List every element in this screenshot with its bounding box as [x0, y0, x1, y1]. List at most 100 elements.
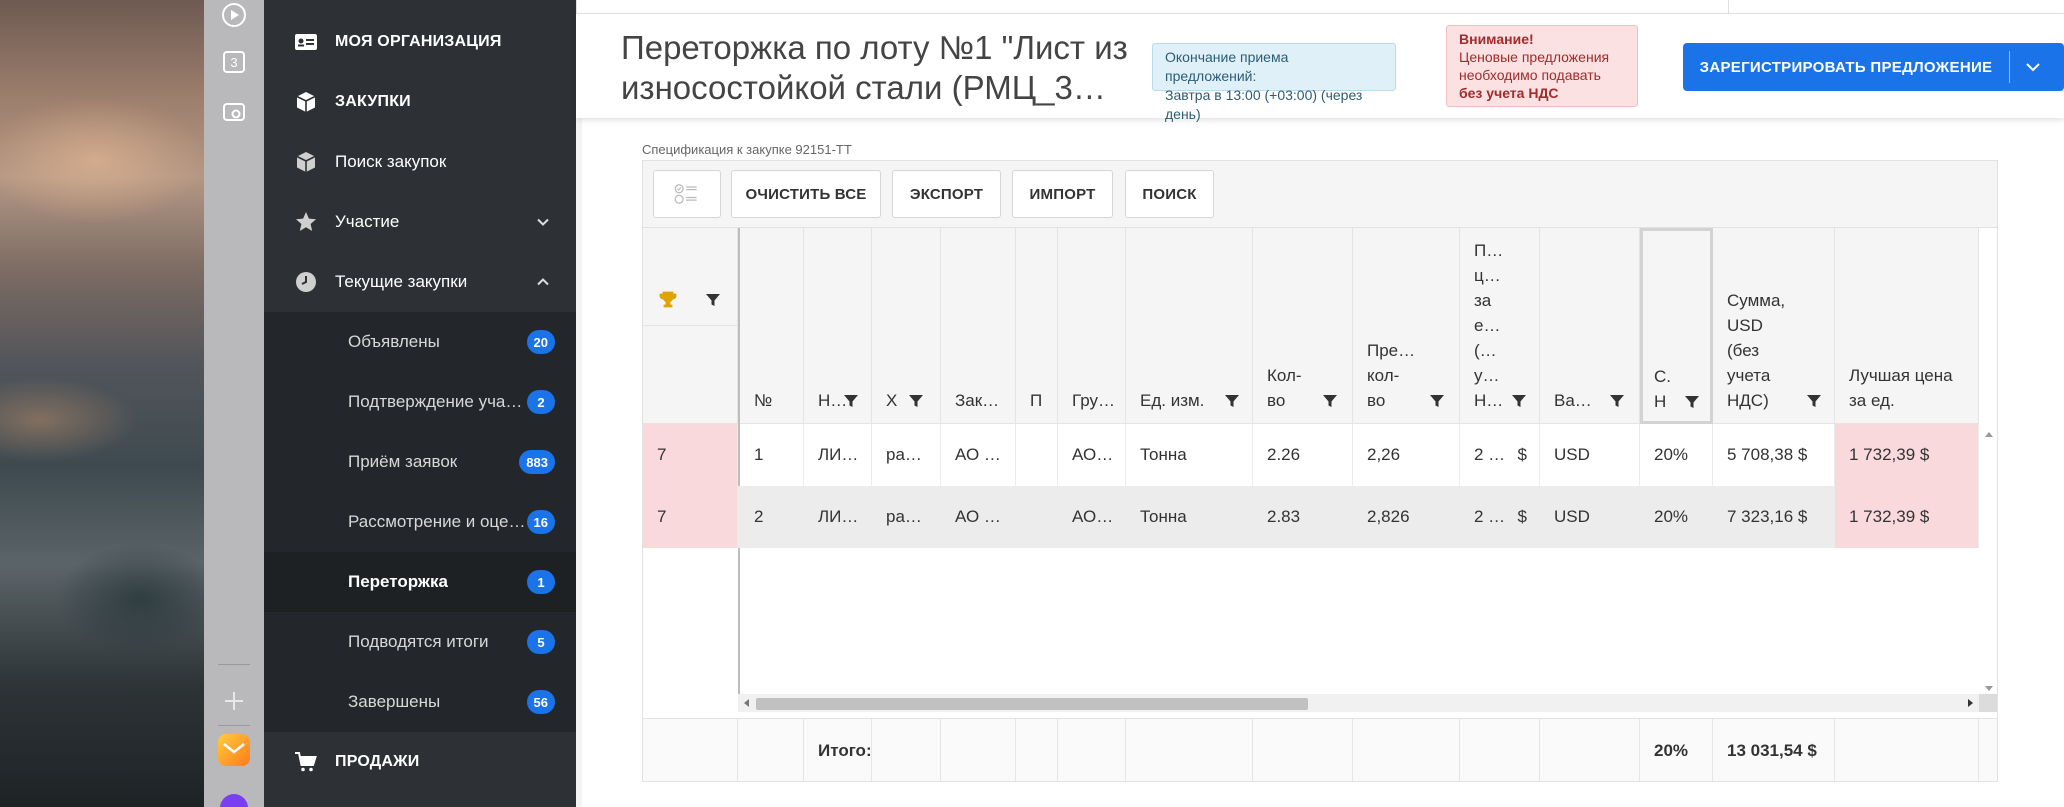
submenu-label: Подтверждение участия — [348, 392, 528, 411]
scroll-down-arrow-icon[interactable] — [1985, 686, 1993, 691]
filter-icon[interactable] — [843, 393, 859, 409]
chevron-down-icon[interactable] — [2023, 57, 2043, 77]
submenu-item-evaluation[interactable]: Рассмотрение и оценка 16 — [264, 492, 576, 552]
col-header-customer[interactable]: Зак… — [941, 228, 1016, 424]
filter-icon[interactable] — [908, 393, 924, 409]
nav-purchases[interactable]: ЗАКУПКИ — [264, 72, 576, 132]
col-header-name[interactable]: Н… — [804, 228, 872, 424]
submenu-label: Объявлены — [348, 332, 440, 351]
header-label: П… ц… за е… (… у… Н… — [1474, 241, 1504, 410]
totals-row: Итого: 20% 13 031,54 $ — [643, 718, 1997, 781]
select-columns-button[interactable] — [653, 170, 721, 218]
table-row[interactable]: 7 2 ЛИ… ра… АО … АО… Тонна 2.83 2,826 2 … — [643, 486, 1979, 548]
name-cell: ЛИ… — [804, 424, 872, 486]
workspace-number-icon[interactable]: 3 — [219, 47, 249, 77]
grid-toolbar: ОЧИСТИТЬ ВСЕ ЭКСПОРТ ИМПОРТ ПОИСК — [642, 160, 1998, 228]
mail-app-icon[interactable] — [218, 734, 250, 766]
price-value: 2 … — [1474, 445, 1506, 464]
header-label: Сумма, USD (без учета НДС) — [1727, 291, 1786, 410]
clear-all-button[interactable]: ОЧИСТИТЬ ВСЕ — [731, 170, 881, 218]
filter-icon[interactable] — [1684, 394, 1700, 410]
messenger-app-icon[interactable] — [220, 794, 248, 807]
filter-icon[interactable] — [705, 292, 721, 308]
header-label: Ед. изм. — [1140, 391, 1205, 410]
col-header-price[interactable]: П… ц… за е… (… у… Н… — [1460, 228, 1540, 424]
register-offer-button[interactable]: ЗАРЕГИСТРИРОВАТЬ ПРЕДЛОЖЕНИЕ — [1683, 43, 2064, 91]
filter-icon[interactable] — [1511, 393, 1527, 409]
count-badge: 5 — [527, 630, 555, 654]
col-header-sum[interactable]: Сумма, USD (без учета НДС) — [1713, 228, 1835, 424]
col-header-best-price[interactable]: Лучшая цена за ед. — [1835, 228, 1979, 424]
search-button[interactable]: ПОИСК — [1125, 170, 1214, 218]
submenu-item-results[interactable]: Подводятся итоги 5 — [264, 612, 576, 672]
col-header-pre-qty[interactable]: Пре… кол- во — [1353, 228, 1460, 424]
col-header-qty[interactable]: Кол- во — [1253, 228, 1353, 424]
submenu-label: Подводятся итоги — [348, 632, 489, 651]
nav-participation[interactable]: Участие — [264, 192, 576, 252]
svg-text:3: 3 — [230, 55, 237, 70]
scrollbar-thumb[interactable] — [756, 698, 1308, 710]
box-icon — [292, 88, 320, 116]
col-header-p[interactable]: П — [1016, 228, 1058, 424]
p-cell — [1016, 486, 1058, 548]
count-badge: 2 — [527, 390, 555, 414]
add-icon[interactable] — [219, 686, 249, 716]
col-header-num[interactable]: № — [740, 228, 804, 424]
nav-search-purchases[interactable]: Поиск закупок — [264, 132, 576, 192]
col-header-group[interactable]: Гру… — [1058, 228, 1126, 424]
price-currency: $ — [1517, 445, 1527, 464]
horizontal-scrollbar[interactable] — [738, 694, 1979, 712]
register-offer-label: ЗАРЕГИСТРИРОВАТЬ ПРЕДЛОЖЕНИЕ — [1699, 58, 1993, 76]
nav-label: ЗАКУПКИ — [335, 93, 411, 110]
dock-separator — [218, 725, 250, 726]
rank-header — [643, 228, 738, 424]
scroll-left-arrow-icon[interactable] — [744, 699, 749, 707]
button-divider — [2009, 51, 2010, 83]
submenu-item-rebidding[interactable]: Переторжка 1 — [264, 552, 576, 612]
vertical-scrollbar[interactable] — [1979, 424, 1997, 714]
import-button[interactable]: ИМПОРТ — [1012, 170, 1113, 218]
spec-grid: № Н… Х Зак… П Гру… Ед. изм. Кол- во Пре…… — [642, 228, 1998, 782]
submenu-item-confirmation[interactable]: Подтверждение участия 2 — [264, 372, 576, 432]
trophy-icon — [659, 291, 677, 308]
rank-cell: 7 — [643, 424, 738, 486]
main-area: Переторжка по лоту №1 "Лист из износосто… — [576, 0, 2064, 807]
header-label: П — [1030, 391, 1043, 410]
spec-label: Спецификация к закупке 92151-ТТ — [642, 142, 852, 157]
filter-icon[interactable] — [1609, 393, 1625, 409]
nav-my-organization[interactable]: МОЯ ОРГАНИЗАЦИЯ — [264, 12, 576, 72]
nav-label: Текущие закупки — [335, 272, 468, 291]
col-header-currency[interactable]: Ва… — [1540, 228, 1640, 424]
screenshot-icon[interactable] — [219, 97, 249, 127]
submenu-item-completed[interactable]: Завершены 56 — [264, 672, 576, 732]
play-icon[interactable] — [219, 0, 249, 30]
scroll-right-arrow-icon[interactable] — [1968, 699, 1973, 707]
col-header-char[interactable]: Х — [872, 228, 941, 424]
submenu-item-announced[interactable]: Объявлены 20 — [264, 312, 576, 372]
table-row[interactable]: 7 1 ЛИ… ра… АО … АО… Тонна 2.26 2,26 2 …… — [643, 424, 1979, 486]
star-icon — [292, 208, 320, 236]
price-input-cell[interactable]: 2 … $ — [1460, 486, 1540, 548]
filter-icon[interactable] — [1224, 393, 1240, 409]
chevron-up-icon — [537, 278, 549, 286]
id-card-icon — [292, 28, 320, 56]
filter-icon[interactable] — [1429, 393, 1445, 409]
totals-sum: 13 031,54 $ — [1713, 719, 1835, 781]
header-label: № — [754, 391, 773, 410]
col-header-vat[interactable]: С. Н — [1640, 228, 1713, 424]
rank-cell: 7 — [643, 486, 738, 548]
price-input-cell[interactable]: 2 … $ — [1460, 424, 1540, 486]
totals-label: Итого: — [804, 719, 872, 781]
nav-current-purchases[interactable]: Текущие закупки — [264, 252, 576, 312]
scroll-up-arrow-icon[interactable] — [1985, 432, 1993, 437]
currency-cell: USD — [1540, 486, 1640, 548]
submenu-item-accepting[interactable]: Приём заявок 883 — [264, 432, 576, 492]
unit-cell: Тонна — [1126, 486, 1253, 548]
export-button[interactable]: ЭКСПОРТ — [892, 170, 1001, 218]
filter-icon[interactable] — [1806, 393, 1822, 409]
dock-separator — [218, 664, 250, 665]
nav-sales[interactable]: ПРОДАЖИ — [264, 732, 576, 792]
filter-icon[interactable] — [1322, 393, 1338, 409]
desktop-wallpaper — [0, 0, 204, 807]
col-header-unit[interactable]: Ед. изм. — [1126, 228, 1253, 424]
